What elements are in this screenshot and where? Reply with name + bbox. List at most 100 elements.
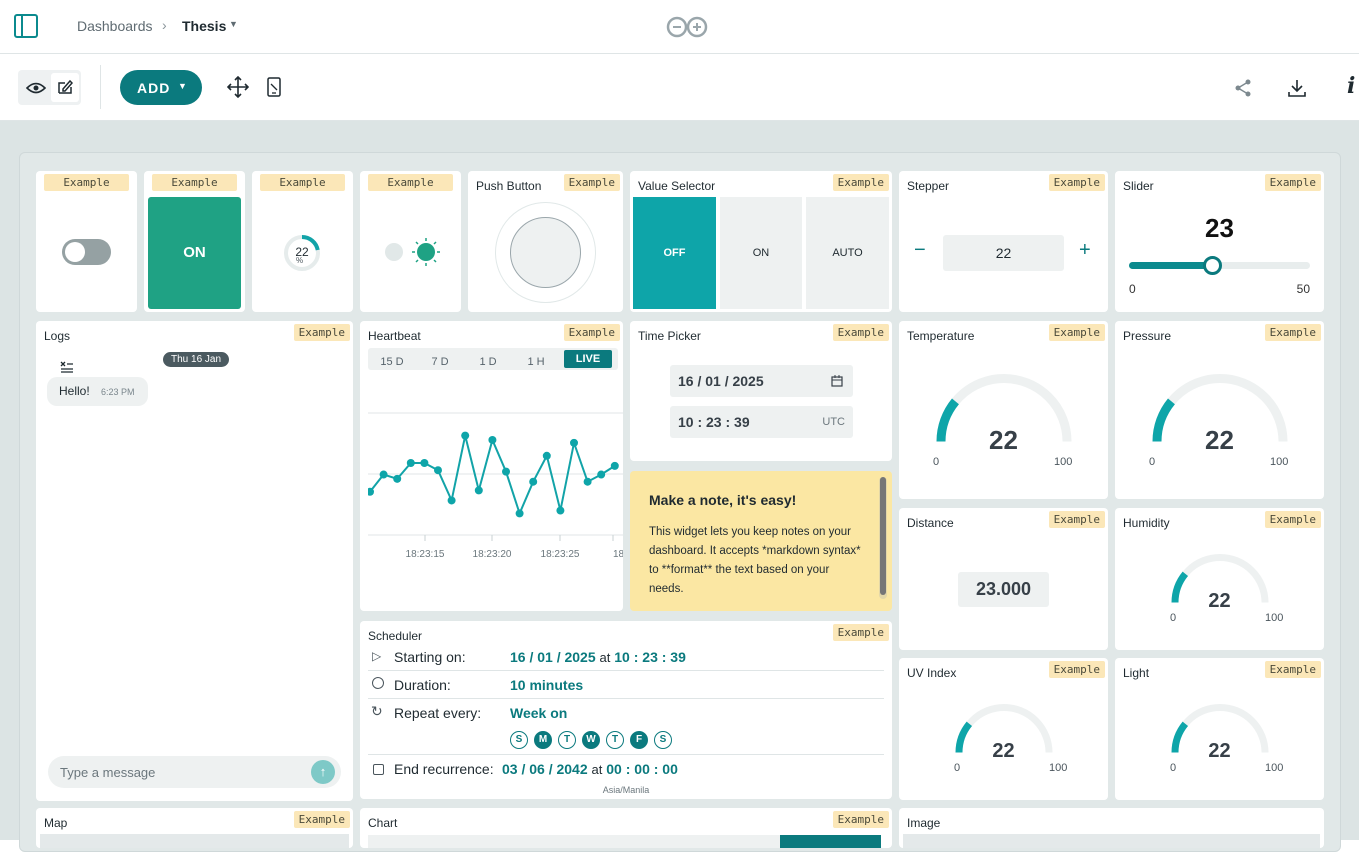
- note-scrollbar-thumb[interactable]: [880, 477, 886, 595]
- slider-min: 0: [1129, 282, 1136, 296]
- note-scrollbar[interactable]: [879, 477, 887, 599]
- clear-log-icon[interactable]: [60, 361, 74, 373]
- widget-title: Slider: [1123, 179, 1154, 193]
- message-text: Hello!: [59, 384, 90, 398]
- example-badge: Example: [1048, 324, 1105, 341]
- breadcrumb-separator-icon: ›: [162, 17, 167, 33]
- on-button[interactable]: ON: [148, 197, 241, 309]
- example-badge: Example: [260, 174, 345, 191]
- dashboard-name[interactable]: Thesis: [182, 18, 226, 34]
- widget-title: Distance: [907, 516, 954, 530]
- time-value: 10 : 23 : 39: [678, 414, 750, 430]
- move-arrange-icon[interactable]: [227, 76, 249, 98]
- widget-title: Chart: [368, 816, 398, 830]
- message-time: 6:23 PM: [101, 387, 135, 397]
- data-point: [379, 470, 388, 479]
- send-button[interactable]: ↑: [311, 760, 335, 784]
- chart-live-tab[interactable]: [780, 835, 881, 848]
- slider-track[interactable]: [1129, 256, 1310, 275]
- image-widget: Image: [899, 808, 1324, 848]
- x-tick-label: 18: [613, 549, 623, 560]
- weekday-toggle[interactable]: S: [654, 731, 672, 749]
- add-widget-button[interactable]: ADD ▼: [120, 70, 202, 105]
- example-badge: Example: [832, 624, 889, 641]
- gauge-max: 100: [1265, 762, 1284, 774]
- map-widget: Map Example: [36, 808, 353, 848]
- widget-title: Humidity: [1123, 516, 1170, 530]
- selector-option-on[interactable]: ON: [720, 197, 802, 309]
- gauge-min: 0: [1170, 612, 1177, 624]
- calendar-icon[interactable]: [831, 375, 843, 387]
- timezone-label: UTC: [822, 416, 845, 428]
- gauge-value: 22: [1205, 425, 1234, 455]
- weekday-toggle[interactable]: M: [534, 731, 552, 749]
- selector-option-auto[interactable]: AUTO: [806, 197, 889, 309]
- x-tick-label: 18:23:15: [406, 549, 445, 560]
- download-icon[interactable]: [1287, 78, 1307, 98]
- example-badge: Example: [563, 324, 620, 341]
- gauge-min: 0: [1149, 456, 1156, 468]
- tab-15d[interactable]: 15 D: [372, 356, 412, 368]
- eye-icon[interactable]: [26, 81, 46, 95]
- weekday-toggle[interactable]: S: [510, 731, 528, 749]
- toolbar-divider: [100, 65, 101, 109]
- date-value: 16 / 01 / 2025: [678, 373, 764, 389]
- toolbar: ADD ▼ i: [0, 55, 1359, 121]
- widget-title: Push Button: [476, 179, 542, 193]
- slider-thumb[interactable]: [1203, 256, 1223, 275]
- weekday-toggle[interactable]: F: [630, 731, 648, 749]
- chevron-down-icon[interactable]: ▼: [229, 19, 238, 29]
- tab-1d[interactable]: 1 D: [468, 356, 508, 368]
- repeat-value[interactable]: Week on: [510, 705, 567, 721]
- arduino-logo-icon: [666, 16, 708, 38]
- info-icon[interactable]: i: [1347, 73, 1355, 99]
- data-point: [610, 461, 619, 470]
- switch-toggle[interactable]: [62, 239, 111, 265]
- time-field[interactable]: 10 : 23 : 39 UTC: [670, 406, 853, 438]
- chart-widget: Chart Example: [360, 808, 892, 848]
- map-area[interactable]: [40, 834, 349, 848]
- end-checkbox[interactable]: [373, 764, 384, 775]
- gauge-min: 0: [954, 762, 961, 774]
- dashboard-canvas: Example Example ON Example 22 % Example: [0, 121, 1359, 852]
- example-badge: Example: [1264, 511, 1321, 528]
- duration-value[interactable]: 10 minutes: [510, 677, 583, 693]
- x-tick-label: 18:23:20: [473, 549, 512, 560]
- example-badge: Example: [832, 174, 889, 191]
- widget-title: Map: [44, 816, 68, 830]
- status-on-sun-icon: [412, 238, 440, 266]
- percentage-unit: %: [296, 256, 304, 265]
- edit-mode-button[interactable]: [51, 73, 79, 102]
- push-button[interactable]: [510, 217, 581, 288]
- selector-option-off[interactable]: OFF: [633, 197, 716, 309]
- example-badge: Example: [44, 174, 129, 191]
- increment-button[interactable]: +: [1079, 239, 1091, 262]
- starting-value[interactable]: 16 / 01 / 2025 at 10 : 23 : 39: [510, 649, 686, 665]
- message-input[interactable]: Type a message ↑: [48, 756, 341, 788]
- end-value[interactable]: 03 / 06 / 2042 at 00 : 00 : 00: [502, 761, 678, 777]
- weekday-toggle[interactable]: T: [558, 731, 576, 749]
- tab-7d[interactable]: 7 D: [420, 356, 460, 368]
- message-input-placeholder: Type a message: [60, 765, 156, 780]
- tab-1h[interactable]: 1 H: [516, 356, 556, 368]
- edit-icon: [58, 79, 73, 94]
- data-point: [556, 506, 565, 515]
- mobile-view-icon[interactable]: [267, 77, 281, 97]
- data-point: [529, 477, 538, 486]
- breadcrumb-root[interactable]: Dashboards: [77, 18, 153, 34]
- share-icon[interactable]: [1234, 79, 1252, 97]
- image-area: [903, 834, 1320, 848]
- starting-label: Starting on:: [394, 649, 466, 665]
- example-badge: Example: [1264, 661, 1321, 678]
- tab-live[interactable]: LIVE: [564, 350, 612, 368]
- gauge-value: 22: [989, 425, 1018, 455]
- slider-widget: Slider Example 23 0 50: [1115, 171, 1324, 312]
- weekday-toggle[interactable]: W: [582, 731, 600, 749]
- end-label: End recurrence:: [394, 761, 494, 777]
- weekday-toggle[interactable]: T: [606, 731, 624, 749]
- slider-fill: [1129, 262, 1213, 269]
- decrement-button[interactable]: −: [914, 239, 926, 262]
- heartbeat-line-chart: 18:23:15 18:23:20 18:23:25 18: [368, 412, 623, 560]
- sidebar-toggle-icon[interactable]: [14, 14, 38, 38]
- date-field[interactable]: 16 / 01 / 2025: [670, 365, 853, 397]
